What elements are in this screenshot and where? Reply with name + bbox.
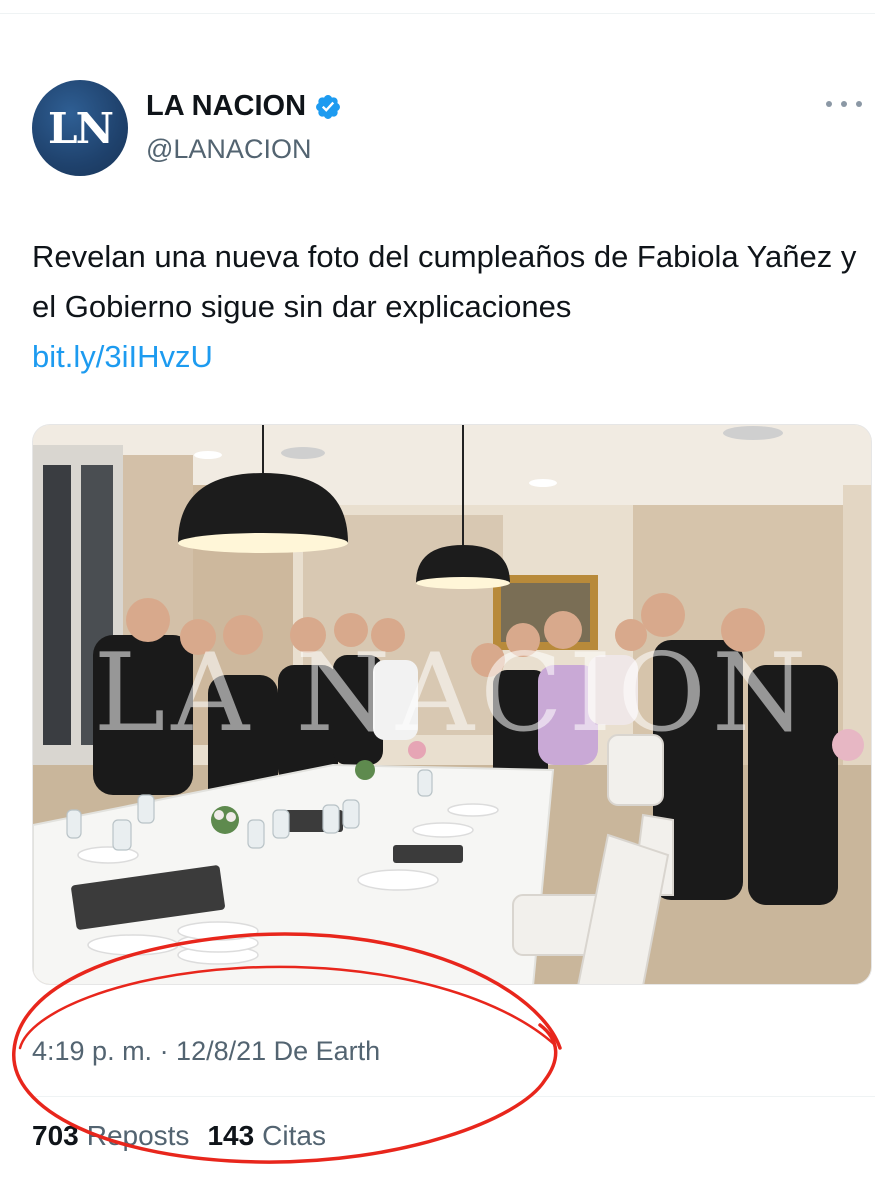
tweet-photo[interactable]: LA NACION xyxy=(32,424,872,985)
avatar-logo-text: LN xyxy=(48,103,114,153)
account-handle[interactable]: @LANACION xyxy=(146,134,311,165)
tweet-stats: 703 Reposts 143 Citas xyxy=(32,1120,326,1152)
avatar[interactable]: LN xyxy=(32,80,128,176)
verified-badge-icon[interactable] xyxy=(314,93,342,121)
tweet-text: Revelan una nueva foto del cumpleaños de… xyxy=(32,239,857,324)
display-name[interactable]: LA NACION xyxy=(146,90,306,123)
quotes-label[interactable]: Citas xyxy=(262,1120,326,1152)
name-row: LA NACION xyxy=(146,90,342,123)
top-edge xyxy=(0,0,875,14)
more-options-icon[interactable] xyxy=(826,94,862,114)
tweet-link[interactable]: bit.ly/3iIHvzU xyxy=(32,332,213,382)
stats-divider xyxy=(32,1096,875,1097)
reposts-label[interactable]: Reposts xyxy=(87,1120,190,1152)
tweet-timestamp[interactable]: 4:19 p. m. · 12/8/21 De Earth xyxy=(32,1036,380,1067)
reposts-count[interactable]: 703 xyxy=(32,1120,79,1152)
tweet-header: LN LA NACION @LANACION xyxy=(32,80,862,180)
dinner-party-photo: LA NACION xyxy=(33,425,871,984)
quotes-count[interactable]: 143 xyxy=(207,1120,254,1152)
photo-watermark: LA NACION xyxy=(94,631,813,756)
